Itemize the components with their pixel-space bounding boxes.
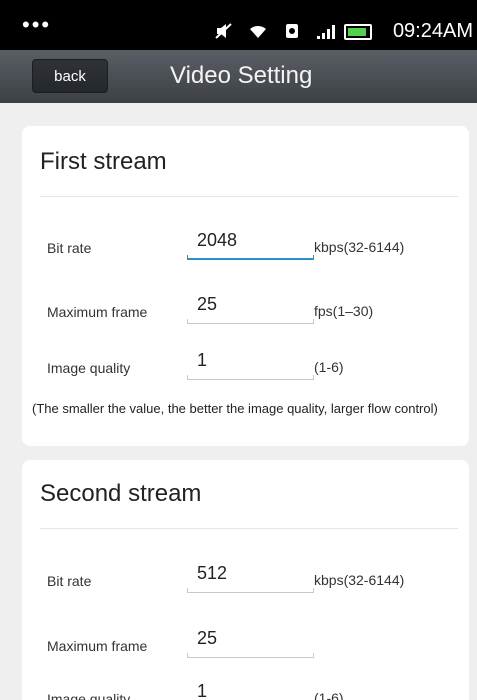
status-bar: ••• 09:24AM: [0, 0, 477, 50]
image-quality-label: Image quality: [47, 360, 131, 376]
image-quality-value: 1: [197, 681, 208, 700]
bit-rate-value: 512: [197, 563, 228, 583]
frame-rate-value: 25: [197, 294, 218, 314]
divider: [40, 528, 458, 529]
bit-rate-unit: kbps(32-6144): [314, 239, 405, 255]
bit-rate-value: 2048: [197, 230, 238, 250]
frame-rate-input[interactable]: 25: [187, 294, 314, 324]
bit-rate-input[interactable]: 2048: [187, 230, 314, 260]
frame-rate-unit: fps(1–30): [314, 303, 374, 319]
wifi-icon: [250, 25, 266, 38]
input-underline: [187, 653, 314, 658]
first-stream-card: First stream Bit rate 2048 kbps(32-6144)…: [22, 126, 469, 446]
second-stream-card: Second stream Bit rate 512 kbps(32-6144)…: [22, 460, 469, 700]
frame-rate-input[interactable]: 25: [187, 628, 314, 658]
frame-rate-label: Maximum frame rate: [47, 304, 148, 323]
muted-icon: [215, 23, 232, 39]
image-quality-unit: (1-6): [314, 690, 344, 700]
signal-icon: [317, 25, 335, 39]
image-quality-input[interactable]: 1: [187, 681, 314, 700]
page-title: Video Setting: [170, 62, 313, 89]
image-quality-value: 1: [197, 350, 208, 370]
divider: [40, 196, 458, 197]
status-icons: [213, 22, 337, 40]
frame-rate-value: 25: [197, 628, 218, 648]
title-bar: back Video Setting: [0, 50, 477, 103]
second-stream-title: Second stream: [40, 480, 202, 507]
frame-rate-label: Maximum frame rate: [47, 638, 148, 657]
image-quality-label: Image quality: [47, 691, 131, 700]
bit-rate-unit: kbps(32-6144): [314, 572, 405, 588]
input-underline: [187, 375, 314, 380]
input-underline: [187, 319, 314, 324]
bit-rate-label: Bit rate: [47, 240, 92, 256]
bit-rate-label: Bit rate: [47, 573, 92, 589]
first-stream-title: First stream: [40, 148, 167, 175]
quality-note: (The smaller the value, the better the i…: [32, 401, 438, 416]
notification-dots: •••: [22, 12, 52, 37]
bit-rate-input[interactable]: 512: [187, 563, 314, 593]
input-underline: [187, 255, 314, 260]
image-quality-unit: (1-6): [314, 359, 344, 375]
image-quality-input[interactable]: 1: [187, 350, 314, 380]
no-sim-icon: [286, 24, 298, 38]
clock: 09:24AM: [392, 20, 473, 42]
back-button[interactable]: back: [32, 59, 108, 93]
input-underline: [187, 588, 314, 593]
battery-icon: [344, 24, 372, 40]
